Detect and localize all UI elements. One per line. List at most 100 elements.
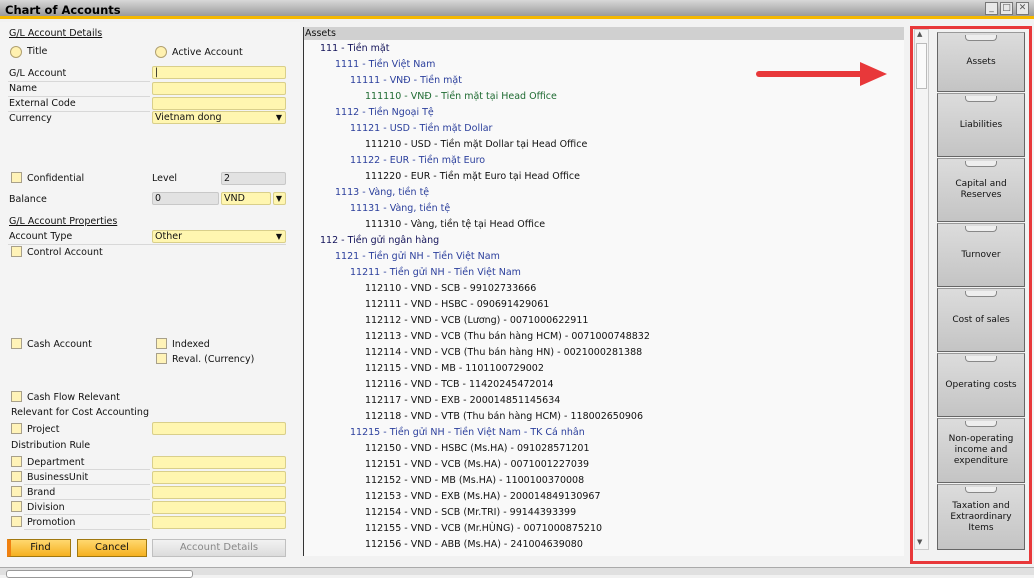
distribution-rule-label: Distribution Rule <box>11 440 91 451</box>
promotion-label: Promotion <box>27 517 76 528</box>
tree-item[interactable]: 11211 - Tiền gửi NH - Tiền Việt Nam <box>350 267 521 278</box>
external-code-input[interactable] <box>152 97 286 110</box>
details-section-title: G/L Account Details <box>9 28 103 39</box>
businessunit-checkbox[interactable] <box>11 471 22 482</box>
cost-accounting-label: Relevant for Cost Accounting <box>11 407 149 418</box>
minimize-button[interactable]: _ <box>985 2 998 15</box>
account-details-button[interactable]: Account Details <box>152 539 286 557</box>
division-input[interactable] <box>152 501 286 514</box>
control-account-checkbox[interactable] <box>11 246 22 257</box>
tree-item[interactable]: 112151 - VND - VCB (Ms.HA) - 00710012270… <box>365 459 589 470</box>
active-account-label: Active Account <box>172 47 243 58</box>
tree-item[interactable]: 112154 - VND - SCB (Mr.TRI) - 9914439339… <box>365 507 576 518</box>
tree-item[interactable]: 111110 - VNĐ - Tiền mặt tại Head Office <box>365 91 557 102</box>
department-label: Department <box>27 457 85 468</box>
gl-account-input[interactable]: | <box>152 66 286 79</box>
tree-item[interactable]: 111 - Tiền mặt <box>320 43 389 54</box>
project-label: Project <box>27 424 60 435</box>
tree-item[interactable]: 112152 - VND - MB (Ms.HA) - 110010037000… <box>365 475 584 486</box>
tree-item[interactable]: 112156 - VND - ABB (Ms.HA) - 24100463908… <box>365 539 583 550</box>
tree-item[interactable]: 11121 - USD - Tiền mặt Dollar <box>350 123 492 134</box>
project-checkbox[interactable] <box>11 423 22 434</box>
active-account-radio[interactable] <box>155 46 167 58</box>
tree-item[interactable]: 111210 - USD - Tiền mặt Dollar tại Head … <box>365 139 587 150</box>
tree-item[interactable]: 1121 - Tiền gửi NH - Tiền Việt Nam <box>335 251 500 262</box>
indexed-label: Indexed <box>172 339 210 350</box>
tree-item[interactable]: 11215 - Tiền gửi NH - Tiền Việt Nam - TK… <box>350 427 585 438</box>
status-bar <box>0 567 1034 578</box>
tree-item[interactable]: 112 - Tiền gửi ngân hàng <box>320 235 439 246</box>
division-label: Division <box>27 502 65 513</box>
account-tree[interactable]: Assets 111 - Tiền mặt 1111 - Tiền Việt Na… <box>303 27 904 556</box>
level-field: 2 <box>221 172 286 185</box>
tree-item[interactable]: 11131 - Vàng, tiền tệ <box>350 203 450 214</box>
currency-label: Currency <box>9 113 52 124</box>
maximize-button[interactable]: □ <box>1000 2 1013 15</box>
title-radio[interactable] <box>10 46 22 58</box>
tree-item[interactable]: 112115 - VND - MB - 1101100729002 <box>365 363 544 374</box>
businessunit-input[interactable] <box>152 471 286 484</box>
name-label: Name <box>9 83 38 94</box>
tree-item[interactable]: 1112 - Tiền Ngoại Tệ <box>335 107 434 118</box>
tree-item[interactable]: 1113 - Vàng, tiền tệ <box>335 187 429 198</box>
title-bar: Chart of Accounts _ □ ✕ <box>0 0 1034 19</box>
highlight-box <box>910 26 1032 564</box>
red-arrow-annotation <box>756 62 887 86</box>
balance-field: 0 <box>152 192 219 205</box>
brand-input[interactable] <box>152 486 286 499</box>
gl-account-label: G/L Account <box>9 68 67 79</box>
level-label: Level <box>152 173 178 184</box>
tree-item[interactable]: 112155 - VND - VCB (Mr.HÙNG) - 007100087… <box>365 523 602 534</box>
promotion-input[interactable] <box>152 516 286 529</box>
confidential-checkbox[interactable] <box>11 172 22 183</box>
name-input[interactable] <box>152 82 286 95</box>
reval-currency-checkbox[interactable] <box>156 353 167 364</box>
tree-item[interactable]: 112153 - VND - EXB (Ms.HA) - 20001484913… <box>365 491 601 502</box>
department-checkbox[interactable] <box>11 456 22 467</box>
department-input[interactable] <box>152 456 286 469</box>
control-account-label: Control Account <box>27 247 103 258</box>
promotion-checkbox[interactable] <box>11 516 22 527</box>
tree-item[interactable]: 112118 - VND - VTB (Thu bán hàng HCM) - … <box>365 411 643 422</box>
brand-label: Brand <box>27 487 56 498</box>
cash-flow-checkbox[interactable] <box>11 391 22 402</box>
balance-currency-dropdown[interactable] <box>273 192 286 205</box>
status-field <box>6 570 193 578</box>
cash-account-label: Cash Account <box>27 339 92 350</box>
balance-currency-field[interactable]: VND <box>221 192 271 205</box>
tree-item[interactable]: 111220 - EUR - Tiền mặt Euro tại Head Of… <box>365 171 580 182</box>
reval-currency-label: Reval. (Currency) <box>172 354 255 365</box>
cancel-button[interactable]: Cancel <box>77 539 147 557</box>
cash-flow-label: Cash Flow Relevant <box>27 392 120 403</box>
balance-label: Balance <box>9 194 47 205</box>
title-radio-label: Title <box>27 46 48 57</box>
division-checkbox[interactable] <box>11 501 22 512</box>
brand-checkbox[interactable] <box>11 486 22 497</box>
external-code-label: External Code <box>9 98 76 109</box>
tree-item[interactable]: 112114 - VND - VCB (Thu bán hàng HN) - 0… <box>365 347 642 358</box>
tree-item[interactable]: 112111 - VND - HSBC - 090691429061 <box>365 299 549 310</box>
currency-select[interactable]: Vietnam dong <box>152 111 286 124</box>
confidential-label: Confidential <box>27 173 85 184</box>
indexed-checkbox[interactable] <box>156 338 167 349</box>
tree-item[interactable]: 112113 - VND - VCB (Thu bán hàng HCM) - … <box>365 331 650 342</box>
tree-item[interactable]: 112110 - VND - SCB - 99102733666 <box>365 283 536 294</box>
currency-value: Vietnam dong <box>155 112 222 123</box>
tree-item[interactable]: 112112 - VND - VCB (Lương) - 00710006229… <box>365 315 588 326</box>
tree-header: Assets <box>304 27 904 40</box>
account-type-label: Account Type <box>9 231 73 242</box>
window-title: Chart of Accounts <box>5 3 121 17</box>
tree-item[interactable]: 111310 - Vàng, tiền tệ tại Head Office <box>365 219 545 230</box>
tree-item[interactable]: 112150 - VND - HSBC (Ms.HA) - 0910285712… <box>365 443 590 454</box>
find-button[interactable]: Find <box>7 539 71 557</box>
cash-account-checkbox[interactable] <box>11 338 22 349</box>
tree-item[interactable]: 112116 - VND - TCB - 11420245472014 <box>365 379 554 390</box>
account-type-value: Other <box>155 231 182 242</box>
project-input[interactable] <box>152 422 286 435</box>
close-button[interactable]: ✕ <box>1016 2 1029 15</box>
tree-item[interactable]: 112117 - VND - EXB - 200014851145634 <box>365 395 560 406</box>
tree-item[interactable]: 11122 - EUR - Tiền mặt Euro <box>350 155 485 166</box>
account-type-select[interactable]: Other <box>152 230 286 243</box>
tree-item[interactable]: 11111 - VNĐ - Tiền mặt <box>350 75 462 86</box>
tree-item[interactable]: 1111 - Tiền Việt Nam <box>335 59 435 70</box>
